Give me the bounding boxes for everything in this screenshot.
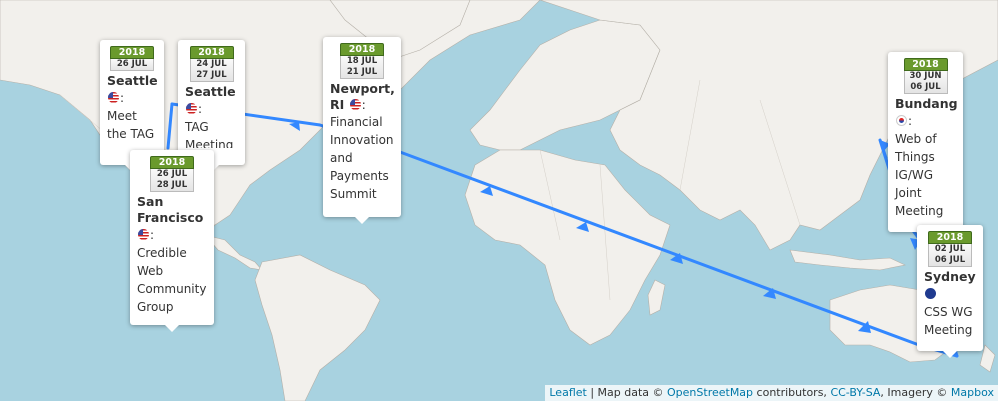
- event-desc-line: Web of: [895, 132, 937, 146]
- flag-kr-icon: [896, 115, 907, 126]
- event-desc-line: Meeting: [185, 138, 234, 148]
- event-end-date: 06 JUL: [934, 255, 966, 265]
- event-city: Seattle: [107, 73, 158, 88]
- event-city: Newport, RI :: [330, 81, 395, 113]
- event-popup[interactable]: 2018 26 JUL 28 JUL San Francisco : Credib…: [130, 150, 214, 332]
- calendar-icon: 2018 30 JUN 06 JUL: [903, 58, 948, 94]
- calendar-icon: 2018 24 JUL 27 JUL: [189, 46, 234, 82]
- event-end-date: 28 JUL: [156, 180, 188, 190]
- event-start-date: 30 JUN: [909, 71, 942, 81]
- event-city: Seattle: [185, 84, 236, 99]
- event-popup[interactable]: 2018 26 JUL Seattle : Meet the TAG: [100, 40, 164, 172]
- calendar-dates: 26 JUL 28 JUL: [150, 169, 194, 192]
- event-desc-line: the TAG: [107, 127, 155, 141]
- event-desc-line: Summit: [330, 187, 377, 201]
- event-desc-line: Group: [137, 300, 174, 314]
- event-desc-line: Community: [137, 282, 207, 296]
- calendar-year: 2018: [903, 58, 948, 71]
- event-desc-line: Financial: [330, 115, 383, 129]
- calendar-year: 2018: [340, 43, 384, 56]
- event-flag-line: [924, 285, 976, 303]
- attribution-text: contributors,: [753, 386, 831, 399]
- event-flag-sep: :: [908, 114, 913, 128]
- event-desc-line: TAG: [185, 120, 209, 134]
- event-end-date: 06 JUL: [910, 82, 941, 92]
- event-start-date: 26 JUL: [116, 59, 148, 69]
- event-popup[interactable]: 2018 24 JUL 27 JUL Seattle : TAG Meeting: [178, 40, 245, 172]
- event-start-date: 24 JUL: [196, 59, 227, 69]
- event-flag-line: :: [137, 226, 207, 244]
- flag-us-icon: [138, 229, 149, 240]
- event-desc-line: and: [330, 151, 353, 165]
- event-desc-line: Credible: [137, 246, 187, 260]
- calendar-icon: 2018 26 JUL: [110, 46, 154, 71]
- calendar-icon: 2018 26 JUL 28 JUL: [150, 156, 194, 192]
- calendar-icon: 2018 02 JUL 06 JUL: [928, 231, 972, 267]
- event-end-date: 27 JUL: [196, 70, 227, 80]
- calendar-dates: 26 JUL: [110, 59, 154, 71]
- calendar-dates: 30 JUN 06 JUL: [903, 71, 948, 94]
- event-desc-line: Meeting: [924, 323, 973, 337]
- event-desc-line: Meet: [107, 109, 137, 123]
- calendar-year: 2018: [189, 46, 234, 59]
- event-start-date: 26 JUL: [156, 169, 188, 179]
- calendar-year: 2018: [110, 46, 154, 59]
- event-desc-line: CSS WG: [924, 305, 973, 319]
- event-flag-sep: :: [150, 228, 155, 242]
- flag-us-icon: [349, 99, 361, 110]
- license-link[interactable]: CC-BY-SA: [830, 386, 880, 399]
- event-city: Bundang: [895, 96, 958, 111]
- calendar-dates: 02 JUL 06 JUL: [928, 244, 972, 267]
- event-desc-line: Joint: [895, 186, 922, 200]
- event-desc-line: Payments: [330, 169, 389, 183]
- event-flag-sep: :: [120, 91, 125, 105]
- calendar-year: 2018: [150, 156, 194, 169]
- event-start-date: 18 JUL: [346, 56, 378, 66]
- event-popup[interactable]: 2018 02 JUL 06 JUL Sydney CSS WG Meeting: [917, 225, 983, 358]
- event-flag-line: :: [895, 112, 956, 130]
- calendar-dates: 24 JUL 27 JUL: [189, 59, 234, 82]
- mapbox-link[interactable]: Mapbox: [951, 386, 994, 399]
- event-start-date: 02 JUL: [934, 244, 966, 254]
- event-flag-line: :: [185, 100, 238, 118]
- calendar-year: 2018: [928, 231, 972, 244]
- event-popup[interactable]: 2018 18 JUL 21 JUL Newport, RI : Financia…: [323, 37, 401, 224]
- openstreetmap-link[interactable]: OpenStreetMap: [667, 386, 753, 399]
- event-desc-line: IG/WG: [895, 168, 934, 182]
- event-desc-line: Web: [137, 264, 164, 278]
- calendar-icon: 2018 18 JUL 21 JUL: [340, 43, 384, 79]
- event-desc-line: Things: [895, 150, 935, 164]
- flag-us-icon: [108, 92, 119, 103]
- attribution-text: | Map data ©: [586, 386, 668, 399]
- event-flag-sep: :: [198, 102, 203, 116]
- flag-us-icon: [186, 103, 197, 114]
- calendar-dates: 18 JUL 21 JUL: [340, 56, 384, 79]
- attribution-text: , Imagery ©: [880, 386, 951, 399]
- event-flag-sep: :: [361, 97, 366, 112]
- event-popup[interactable]: 2018 30 JUN 06 JUL Bundang : Web of Thing…: [888, 52, 963, 239]
- event-desc-line: Innovation: [330, 133, 394, 147]
- leaflet-link[interactable]: Leaflet: [549, 386, 586, 399]
- map-attribution: Leaflet | Map data © OpenStreetMap contr…: [545, 385, 998, 401]
- event-flag-line: :: [107, 89, 157, 107]
- event-desc-line: Meeting: [895, 204, 944, 218]
- event-city: Sydney: [924, 269, 976, 284]
- flag-au-icon: [925, 288, 936, 299]
- event-end-date: 21 JUL: [346, 67, 378, 77]
- event-city: San Francisco: [137, 194, 204, 225]
